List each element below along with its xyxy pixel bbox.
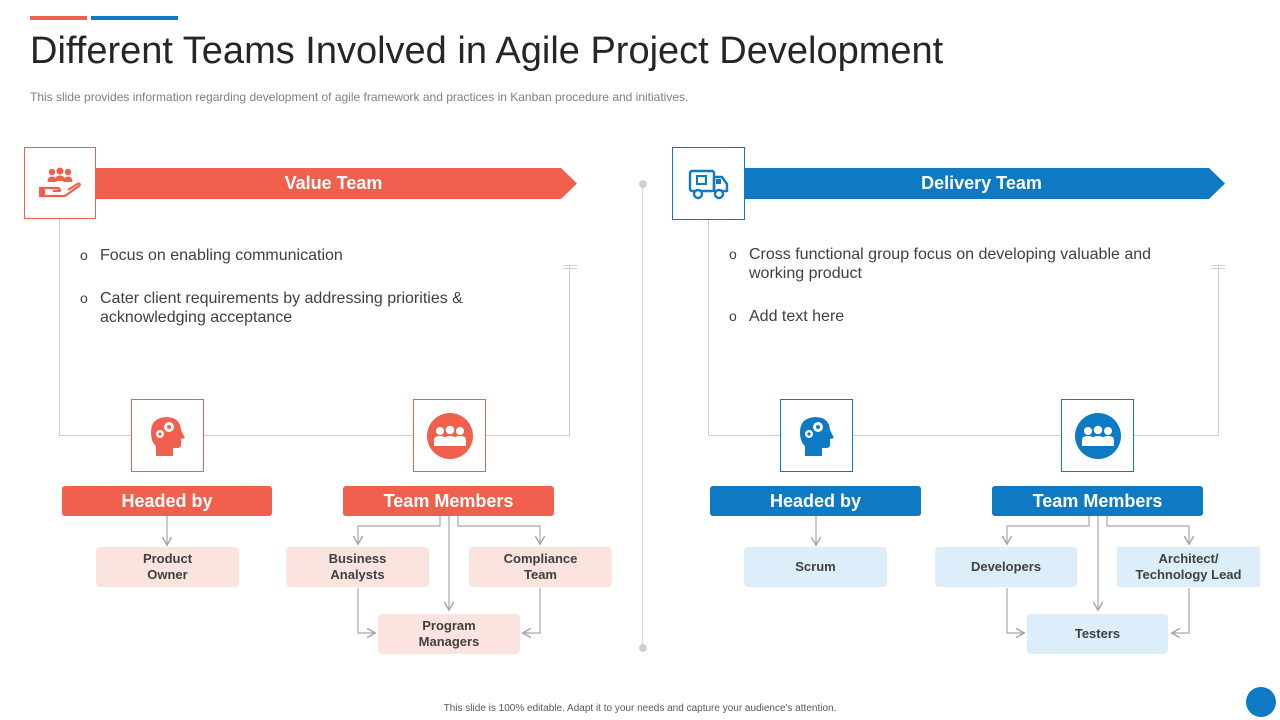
product-owner-node: Product Owner — [96, 547, 239, 587]
scrum-node: Scrum — [744, 547, 887, 587]
architect-node: Architect/ Technology Lead — [1117, 547, 1260, 587]
footer-note: This slide is 100% editable. Adapt it to… — [443, 703, 837, 714]
delivery-team-connectors — [640, 516, 1280, 720]
corner-dot — [1246, 687, 1276, 717]
value-team-connectors — [0, 516, 640, 720]
developers-node: Developers — [935, 547, 1077, 587]
program-managers-node: Program Managers — [378, 614, 520, 654]
testers-node: Testers — [1027, 614, 1168, 654]
business-analysts-node: Business Analysts — [286, 547, 429, 587]
compliance-team-node: Compliance Team — [469, 547, 612, 587]
